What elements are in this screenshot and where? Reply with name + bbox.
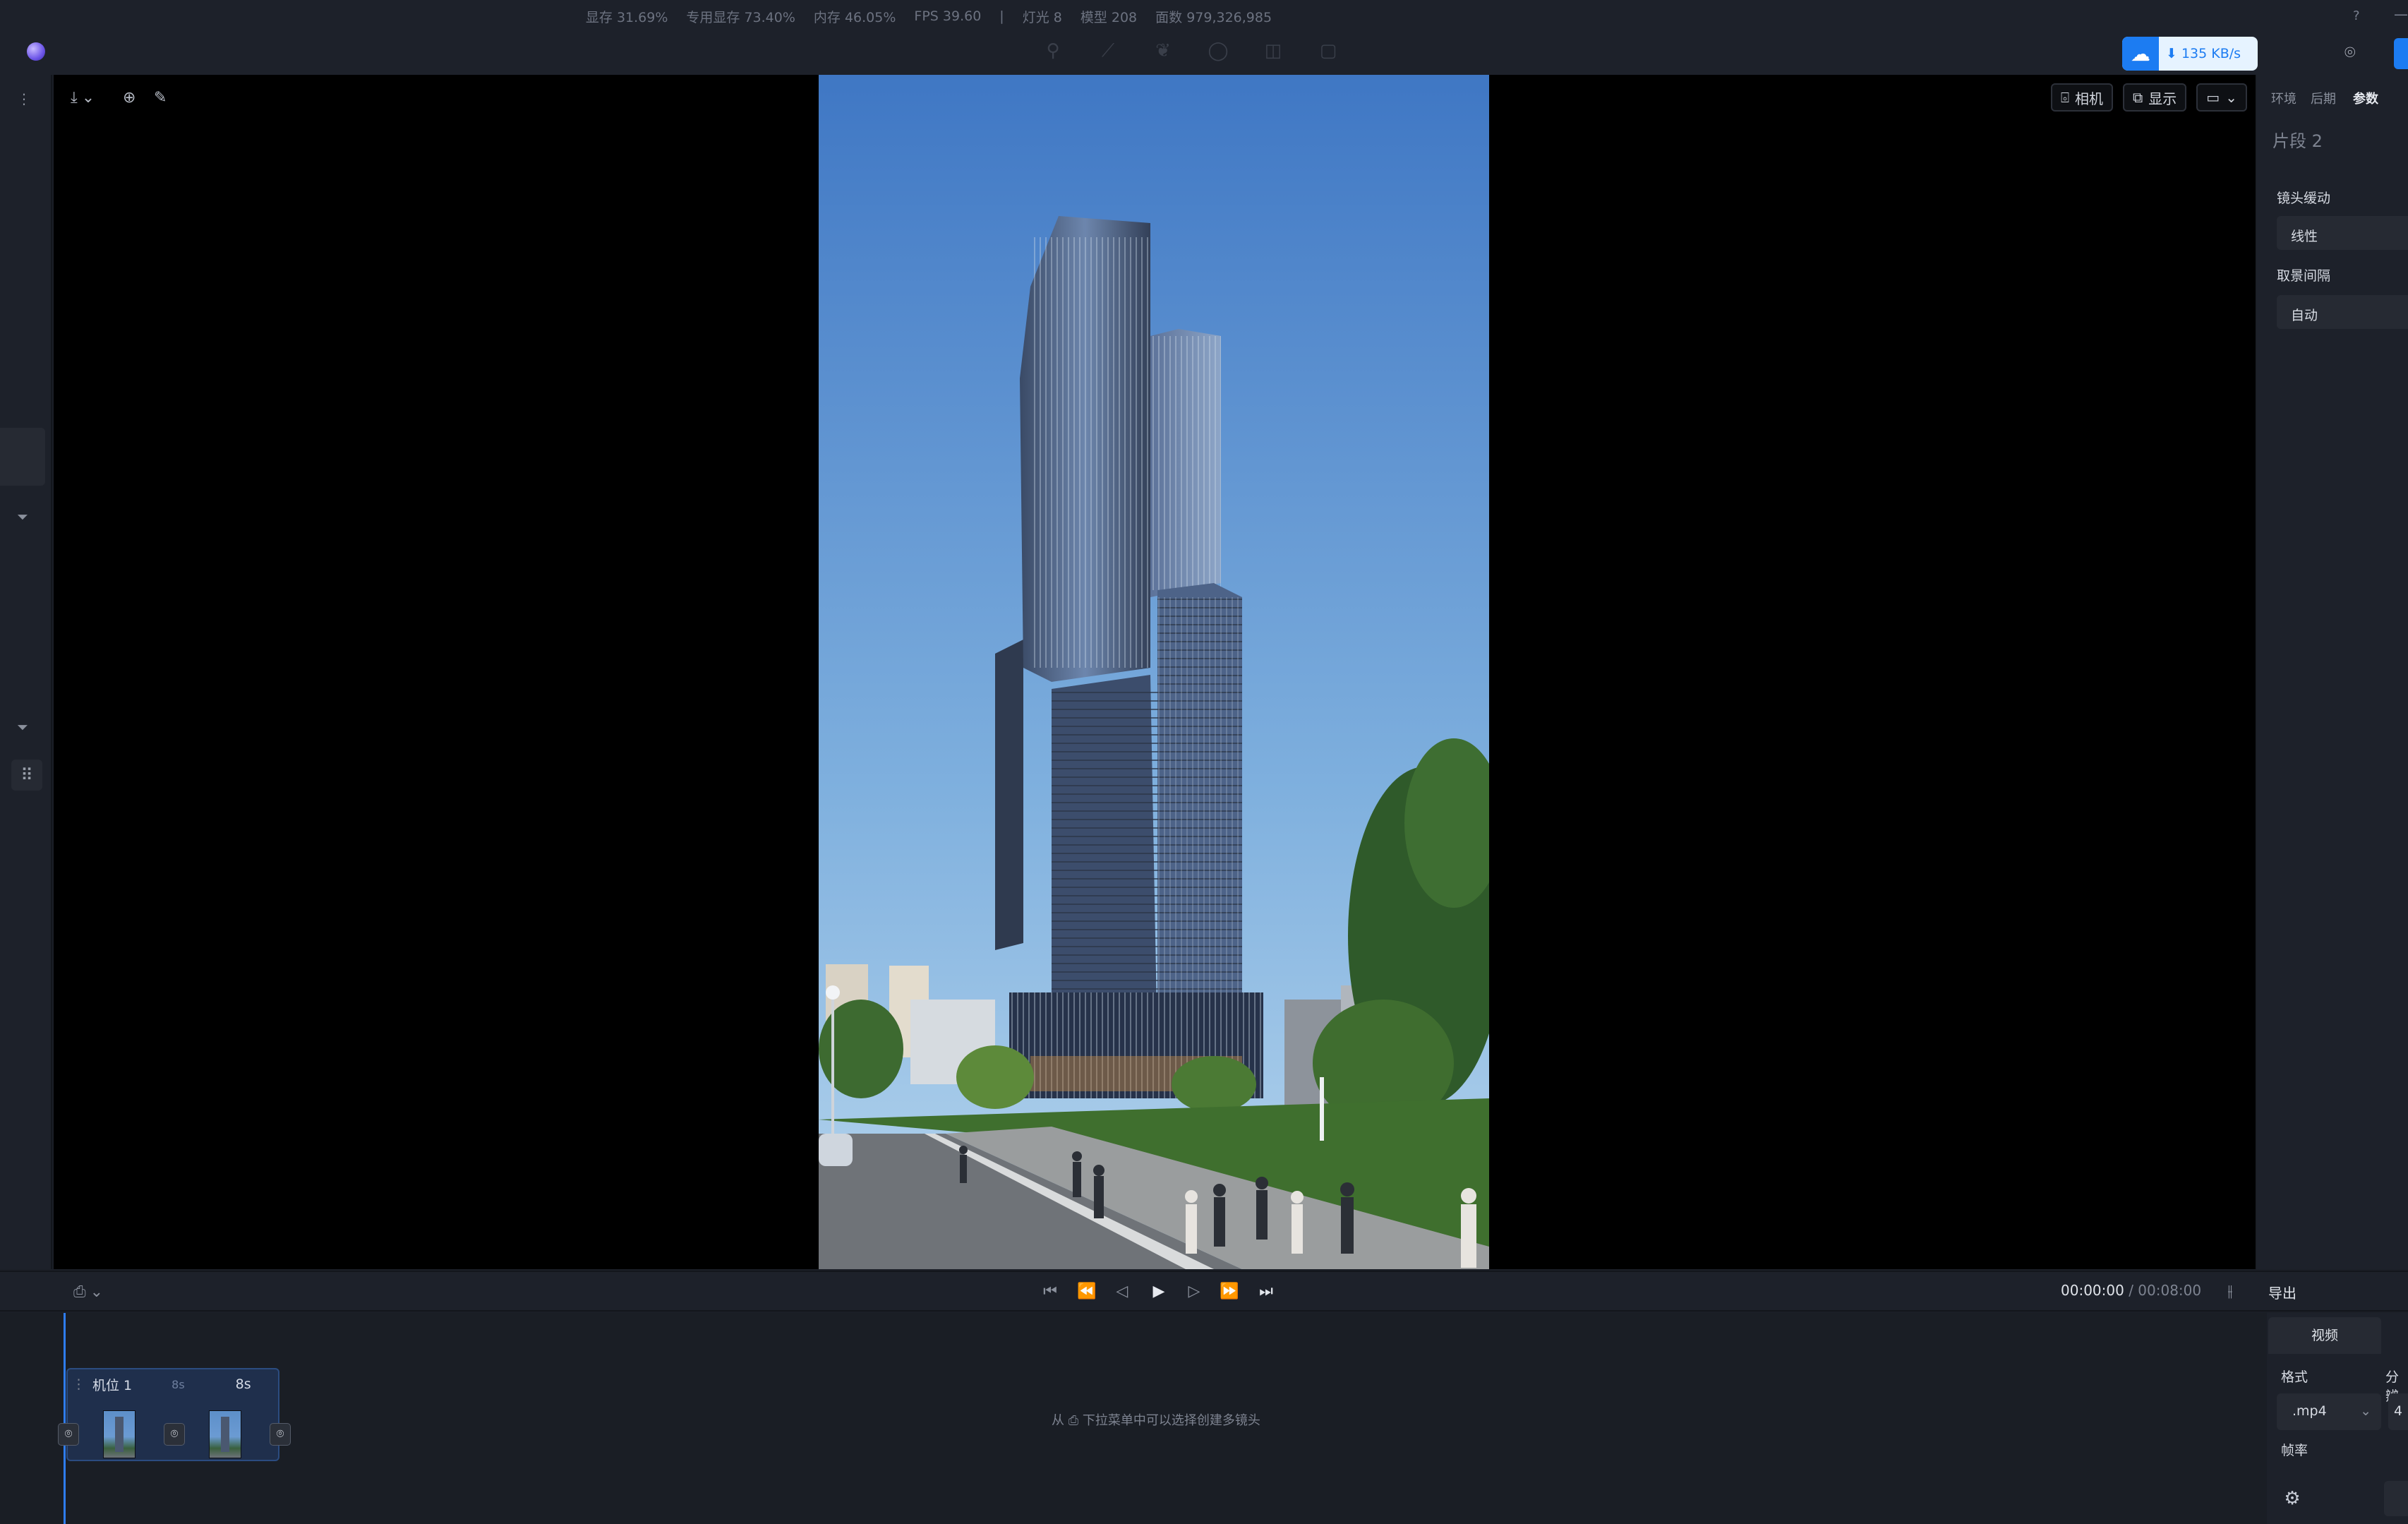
screenshot-camera-icon[interactable]: ⌾ <box>2344 42 2373 65</box>
rendered-frame <box>819 75 1489 1269</box>
format-select[interactable]: .mp4 ⌄ <box>2277 1393 2381 1430</box>
tab-environment[interactable]: 环境 <box>2271 89 2296 107</box>
frame-tool-icon[interactable]: ▢ <box>1317 40 1340 62</box>
hint-suffix: 下拉菜单中可以选择创建多镜头 <box>1082 1413 1260 1428</box>
chevron-down-icon: ⌄ <box>81 88 95 107</box>
chevron-down-icon: ⌄ <box>2225 89 2237 106</box>
gear-icon[interactable]: ⚙ <box>2271 1481 2313 1516</box>
playhead[interactable] <box>64 1313 66 1524</box>
download-speed: ⬇ 135 KB/s <box>2166 46 2241 61</box>
export-action-button[interactable] <box>2384 1481 2408 1516</box>
segment-title: 片段 2 <box>2272 131 2323 151</box>
camera-keyframe-icon[interactable]: ⌾ <box>164 1423 185 1446</box>
lens-ease-label: 镜头缓动 <box>2277 191 2331 206</box>
play-icon[interactable]: ▶ <box>1146 1279 1172 1304</box>
tab-post[interactable]: 后期 <box>2311 89 2336 107</box>
fps-stat: FPS 39.60 <box>914 8 982 24</box>
display-button[interactable]: ⧉ 显示 <box>2123 83 2187 112</box>
drag-handle-icon[interactable]: ⋮ <box>72 1376 85 1392</box>
sidebar-selected-item[interactable] <box>0 428 45 486</box>
primary-action-button[interactable] <box>2394 38 2408 69</box>
frame-interval-select[interactable]: 自动 <box>2277 295 2408 329</box>
camera-button[interactable]: ⌻ 相机 <box>2051 83 2113 112</box>
layers-icon: ⧉ <box>2133 89 2143 106</box>
left-sidebar <box>0 75 52 1269</box>
viewport-right-tools: ⌻ 相机 ⧉ 显示 ▭ ⌄ <box>2051 83 2247 112</box>
step-back-icon[interactable]: ◁ <box>1109 1279 1135 1304</box>
total-duration: 00:08:00 <box>2138 1282 2202 1299</box>
step-forward-icon[interactable]: ▷ <box>1181 1279 1207 1304</box>
timecode: 00:00:00 / 00:08:00 <box>2061 1282 2201 1299</box>
camera-keyframe-icon[interactable]: ⌾ <box>58 1423 79 1446</box>
framerate-label: 帧率 <box>2281 1443 2308 1458</box>
pin-icon[interactable]: ⚲ <box>1042 40 1064 62</box>
dedicated-vram-stat: 专用显存 73.40% <box>686 9 795 25</box>
camera-keyframe-icon[interactable]: ⌾ <box>270 1423 291 1446</box>
tab-video[interactable]: 视频 <box>2268 1317 2381 1354</box>
camera-tool-icon[interactable]: ◫ <box>1262 40 1284 62</box>
camera-mode-dropdown[interactable]: ⎙ ⌄ <box>73 1279 103 1304</box>
leaf-tool-icon[interactable]: ❦ <box>1152 40 1174 62</box>
cloud-icon: ☁ <box>2122 37 2159 71</box>
right-panel <box>2257 75 2408 1269</box>
more-icon[interactable]: ⋮ <box>17 90 31 107</box>
frame-interval-label: 取景间隔 <box>2277 268 2331 284</box>
faces-stat: 面数 979,326,985 <box>1155 9 1272 25</box>
display-button-label: 显示 <box>2148 90 2177 107</box>
monitor-icon: ▭ <box>2206 89 2220 106</box>
clip-duration-1: 8s <box>171 1377 185 1391</box>
performance-stats: 显存 31.69% 专用显存 73.40% 内存 46.05% FPS 39.6… <box>0 0 2408 32</box>
screen-dropdown[interactable]: ▭ ⌄ <box>2196 83 2247 112</box>
minimize-icon[interactable]: — <box>2394 6 2408 23</box>
help-icon[interactable]: ? <box>2353 8 2360 23</box>
hint-prefix: 从 <box>1052 1413 1064 1428</box>
clip-duration-2: 8s <box>235 1376 251 1392</box>
tab-params[interactable]: 参数 <box>2353 89 2378 107</box>
lights-stat: 灯光 8 <box>1022 9 1062 25</box>
format-label: 格式 <box>2281 1369 2308 1385</box>
keyframe-thumbnail[interactable] <box>209 1410 241 1458</box>
time-separator: / <box>2129 1282 2133 1299</box>
shape-tool-icon[interactable]: ◯ <box>1207 40 1229 62</box>
camera-frame-icon: ⌻ <box>2061 89 2069 106</box>
split-icon[interactable]: ⫲ <box>2217 1279 2243 1304</box>
clip-name: 机位 1 <box>92 1377 133 1393</box>
chevron-down-icon: ⌄ <box>90 1283 104 1301</box>
stat-divider: | <box>999 8 1004 24</box>
rewind-icon[interactable]: ⏪ <box>1074 1279 1100 1304</box>
resolution-select[interactable]: 4 <box>2388 1393 2408 1430</box>
grid-icon[interactable]: ⠿ <box>11 760 42 791</box>
skip-start-icon[interactable]: ⏮ <box>1037 1279 1063 1304</box>
camera-add-icon: ⎙ <box>1068 1413 1083 1428</box>
path-tool-icon[interactable]: ⟋ <box>1097 40 1119 62</box>
timeline-hint: 从 ⎙ 下拉菜单中可以选择创建多镜头 <box>1052 1410 1260 1429</box>
memory-stat: 内存 46.05% <box>813 9 896 25</box>
view-mode-dropdown[interactable]: ⤓ ⌄ <box>71 85 95 110</box>
chevron-down-icon: ⌄ <box>2360 1403 2371 1419</box>
globe-icon[interactable]: ⊕ <box>123 85 136 110</box>
fast-forward-icon[interactable]: ⏩ <box>1217 1279 1242 1304</box>
axis-icon: ⤓ <box>71 88 78 107</box>
download-speed-pill[interactable]: ☁ ⬇ 135 KB/s <box>2122 37 2258 71</box>
app-logo-icon[interactable] <box>27 42 45 61</box>
vram-stat: 显存 31.69% <box>585 9 668 25</box>
brush-icon[interactable]: ✎ <box>154 85 167 110</box>
clip-header: ⋮ 机位 1 8s 8s <box>66 1368 279 1400</box>
lens-ease-select[interactable]: 线性 <box>2277 216 2408 250</box>
tower-render-image <box>819 75 1489 1269</box>
camera-button-label: 相机 <box>2075 90 2103 107</box>
camera-add-icon: ⎙ <box>73 1283 86 1301</box>
filter-icon[interactable]: ⏷ <box>17 719 28 736</box>
filter-icon[interactable]: ⏷ <box>17 508 28 525</box>
current-time: 00:00:00 <box>2061 1282 2124 1299</box>
format-value: .mp4 <box>2292 1403 2327 1419</box>
keyframe-thumbnail[interactable] <box>103 1410 136 1458</box>
export-title: 导出 <box>2268 1285 2296 1302</box>
skip-end-icon[interactable]: ⏭ <box>1253 1279 1279 1304</box>
models-stat: 模型 208 <box>1080 9 1138 25</box>
